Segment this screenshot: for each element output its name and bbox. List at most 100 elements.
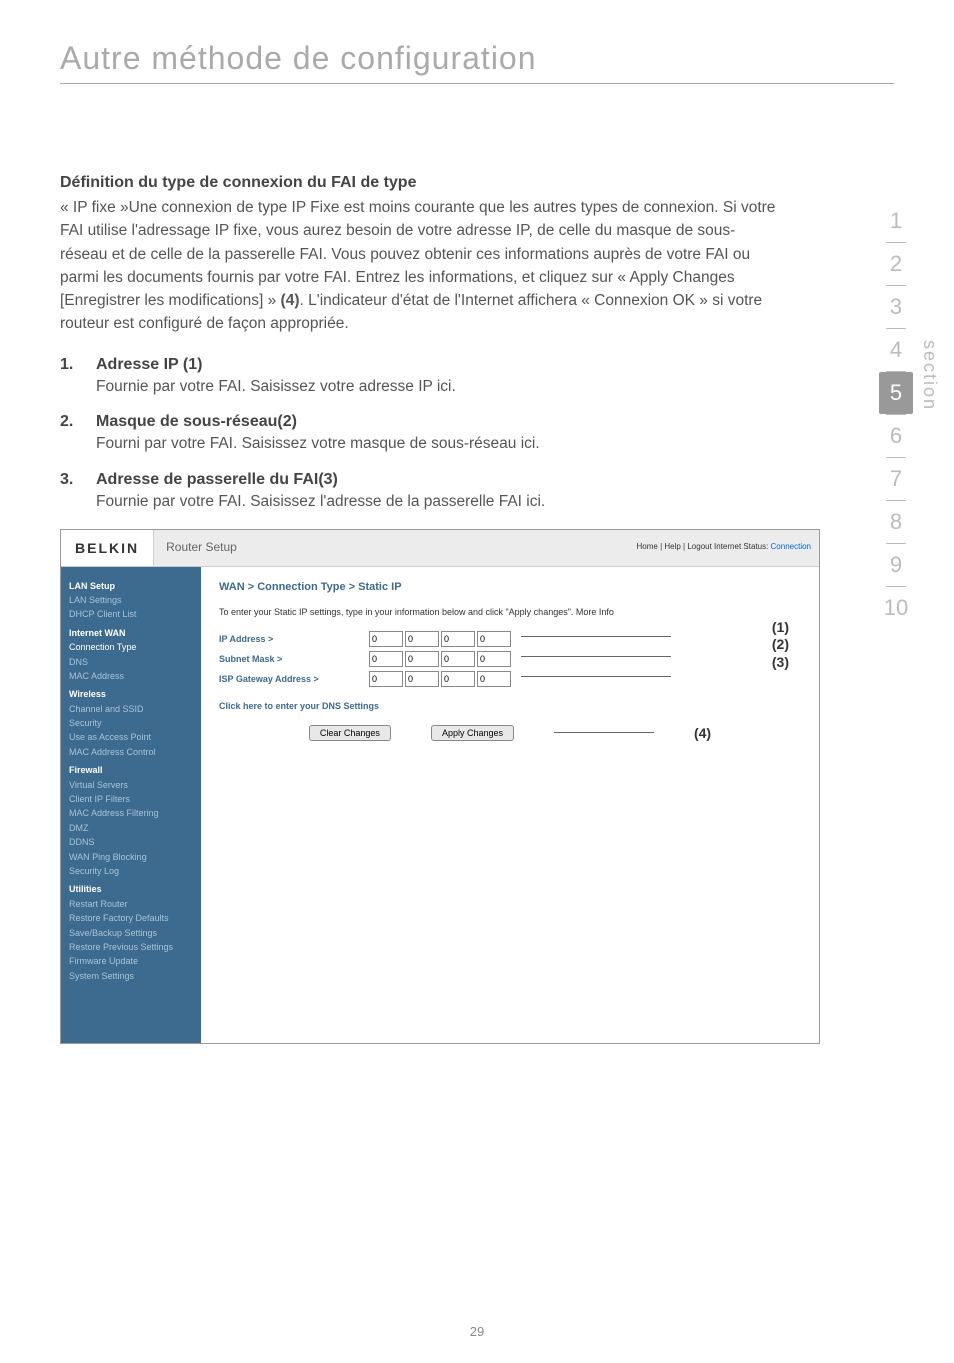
list-title: Masque de sous-réseau(2): [96, 413, 894, 431]
sidebar-item[interactable]: Save/Backup Settings: [69, 926, 193, 940]
section-label: section: [919, 340, 940, 411]
list-item: 3. Adresse de passerelle du FAI(3) Fourn…: [60, 471, 894, 513]
internet-status-value: Connection: [771, 542, 811, 551]
callout-line: [521, 676, 671, 677]
ip-octet-input[interactable]: [477, 651, 511, 667]
subnet-mask-row: Subnet Mask >: [219, 651, 801, 667]
sidebar-group: Firewall: [69, 763, 193, 777]
ip-octet-input[interactable]: [405, 651, 439, 667]
apply-changes-button[interactable]: Apply Changes: [431, 725, 514, 741]
sidebar-group: LAN Setup: [69, 579, 193, 593]
gateway-row: ISP Gateway Address >: [219, 671, 801, 687]
list-desc: Fournie par votre FAI. Saisissez votre a…: [96, 376, 894, 398]
ip-octet-input[interactable]: [405, 631, 439, 647]
screenshot-header: BELKIN Router Setup Home | Help | Logout…: [61, 530, 819, 567]
section-nav: 1 2 3 4 5 6 7 8 9 10 section: [879, 200, 940, 629]
sidebar-item[interactable]: MAC Address: [69, 669, 193, 683]
sidebar-group: Wireless: [69, 687, 193, 701]
callout-column: (1) (2) (3): [772, 619, 789, 672]
sidebar-item[interactable]: LAN Settings: [69, 593, 193, 607]
ip-address-label: IP Address >: [219, 634, 369, 644]
sidebar-item[interactable]: MAC Address Control: [69, 745, 193, 759]
gateway-label: ISP Gateway Address >: [219, 674, 369, 684]
callout-3: (3): [772, 654, 789, 672]
subnet-mask-label: Subnet Mask >: [219, 654, 369, 664]
list-item: 1. Adresse IP (1) Fournie par votre FAI.…: [60, 356, 894, 398]
list-item: 2. Masque de sous-réseau(2) Fourni par v…: [60, 413, 894, 455]
section-nav-item[interactable]: 8: [879, 501, 913, 543]
sidebar-item[interactable]: WAN Ping Blocking: [69, 850, 193, 864]
sidebar-item[interactable]: MAC Address Filtering: [69, 806, 193, 820]
clear-changes-button[interactable]: Clear Changes: [309, 725, 391, 741]
ip-octet-input[interactable]: [441, 651, 475, 667]
sidebar-item[interactable]: DNS: [69, 655, 193, 669]
section-nav-item-active[interactable]: 5: [879, 372, 913, 414]
callout-line: [521, 636, 671, 637]
sidebar-item[interactable]: Channel and SSID: [69, 702, 193, 716]
sidebar-item[interactable]: System Settings: [69, 969, 193, 983]
sidebar-group: Utilities: [69, 882, 193, 896]
dns-settings-link[interactable]: Click here to enter your DNS Settings: [219, 701, 801, 711]
top-links-text[interactable]: Home | Help | Logout Internet Status:: [637, 542, 771, 551]
sidebar-item[interactable]: DHCP Client List: [69, 607, 193, 621]
ip-octet-input[interactable]: [441, 671, 475, 687]
ip-address-row: IP Address >: [219, 631, 801, 647]
button-row: Clear Changes Apply Changes (4): [219, 725, 801, 741]
router-main-panel: WAN > Connection Type > Static IP To ent…: [201, 567, 819, 1044]
section-nav-item[interactable]: 10: [879, 587, 913, 629]
section-nav-item[interactable]: 6: [879, 415, 913, 457]
callout-2: (2): [772, 636, 789, 654]
section-nav-item[interactable]: 9: [879, 544, 913, 586]
panel-description: To enter your Static IP settings, type i…: [219, 607, 801, 617]
ip-octet-input[interactable]: [369, 651, 403, 667]
list-title: Adresse de passerelle du FAI(3): [96, 471, 894, 489]
sidebar-item[interactable]: Restart Router: [69, 897, 193, 911]
sidebar-item[interactable]: Restore Factory Defaults: [69, 911, 193, 925]
ip-octet-input[interactable]: [405, 671, 439, 687]
page-title: Autre méthode de configuration: [60, 40, 894, 77]
callout-line: [554, 732, 654, 733]
list-number: 3.: [60, 471, 96, 513]
router-setup-label: Router Setup: [154, 530, 636, 566]
sidebar-item[interactable]: DMZ: [69, 821, 193, 835]
ip-octet-input[interactable]: [477, 631, 511, 647]
list-title: Adresse IP (1): [96, 356, 894, 374]
section-nav-item[interactable]: 4: [879, 329, 913, 371]
sidebar-item[interactable]: DDNS: [69, 835, 193, 849]
breadcrumb: WAN > Connection Type > Static IP: [219, 581, 801, 593]
section-nav-item[interactable]: 7: [879, 458, 913, 500]
list-desc: Fourni par votre FAI. Saisissez votre ma…: [96, 433, 894, 455]
intro-bold-ref: (4): [281, 292, 300, 309]
list-desc: Fournie par votre FAI. Saisissez l'adres…: [96, 491, 894, 513]
title-rule: [60, 83, 894, 84]
sidebar-item[interactable]: Client IP Filters: [69, 792, 193, 806]
ip-octet-input[interactable]: [477, 671, 511, 687]
intro-paragraph: « IP fixe »Une connexion de type IP Fixe…: [60, 196, 780, 336]
belkin-logo: BELKIN: [61, 530, 154, 566]
sidebar-item[interactable]: Restore Previous Settings: [69, 940, 193, 954]
top-links: Home | Help | Logout Internet Status: Co…: [637, 530, 820, 566]
callout-1: (1): [772, 619, 789, 637]
sidebar-group: Internet WAN: [69, 626, 193, 640]
sidebar-item[interactable]: Use as Access Point: [69, 730, 193, 744]
list-number: 2.: [60, 413, 96, 455]
sidebar-item[interactable]: Firmware Update: [69, 954, 193, 968]
sidebar-item-connection-type[interactable]: Connection Type: [69, 640, 193, 654]
ip-octet-input[interactable]: [369, 631, 403, 647]
list-number: 1.: [60, 356, 96, 398]
numbered-list: 1. Adresse IP (1) Fournie par votre FAI.…: [60, 356, 894, 513]
callout-4: (4): [694, 725, 711, 741]
section-nav-item[interactable]: 2: [879, 243, 913, 285]
page-number: 29: [0, 1324, 954, 1339]
ip-octet-input[interactable]: [369, 671, 403, 687]
sidebar-item[interactable]: Virtual Servers: [69, 778, 193, 792]
sidebar-item[interactable]: Security: [69, 716, 193, 730]
section-nav-item[interactable]: 1: [879, 200, 913, 242]
router-sidebar: LAN Setup LAN Settings DHCP Client List …: [61, 567, 201, 1044]
section-heading: Définition du type de connexion du FAI d…: [60, 174, 894, 192]
callout-line: [521, 656, 671, 657]
section-nav-item[interactable]: 3: [879, 286, 913, 328]
router-screenshot: BELKIN Router Setup Home | Help | Logout…: [60, 529, 820, 1045]
ip-octet-input[interactable]: [441, 631, 475, 647]
sidebar-item[interactable]: Security Log: [69, 864, 193, 878]
